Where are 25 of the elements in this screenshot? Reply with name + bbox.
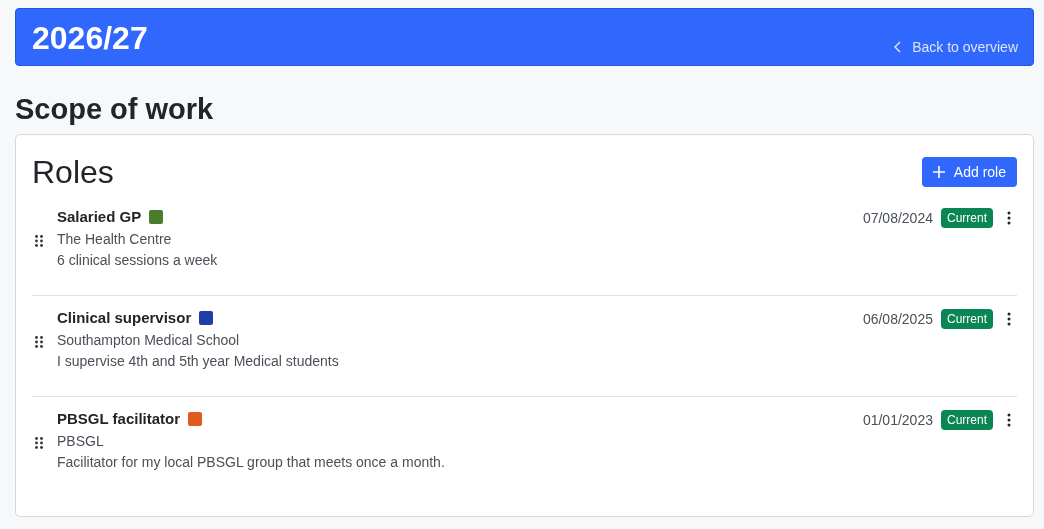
header-title: 2026/27 (32, 19, 148, 57)
role-date: 01/01/2023 (862, 412, 933, 428)
card-title: Roles (32, 153, 114, 191)
role-description: 6 clinical sessions a week (57, 251, 219, 269)
role-organisation: The Health Centre (57, 230, 173, 248)
role-description: Facilitator for my local PBSGL group that meets once a month. (57, 453, 446, 471)
chevron-left-icon (894, 41, 903, 53)
drag-handle-icon[interactable] (35, 235, 43, 247)
status-badge: Current (941, 208, 993, 228)
role-date: 07/08/2024 (862, 210, 933, 226)
role-title: Salaried GP (57, 207, 142, 227)
plus-icon (932, 166, 945, 178)
page-title: Scope of work (15, 92, 215, 126)
status-badge: Current (941, 410, 993, 430)
role-description: I supervise 4th and 5th year Medical students (57, 352, 340, 370)
role-date: 06/08/2025 (862, 311, 933, 327)
role-organisation: Southampton Medical School (57, 331, 241, 349)
add-role-button[interactable]: Add role (921, 157, 1017, 187)
back-link[interactable]: Back to overview (894, 39, 1018, 55)
role-organisation: PBSGL (57, 432, 105, 450)
status-badge: Current (941, 309, 993, 329)
drag-handle-icon[interactable] (35, 336, 43, 348)
role-title: PBSGL facilitator (57, 409, 181, 429)
role-title: Clinical supervisor (57, 308, 192, 328)
drag-handle-icon[interactable] (35, 437, 43, 449)
